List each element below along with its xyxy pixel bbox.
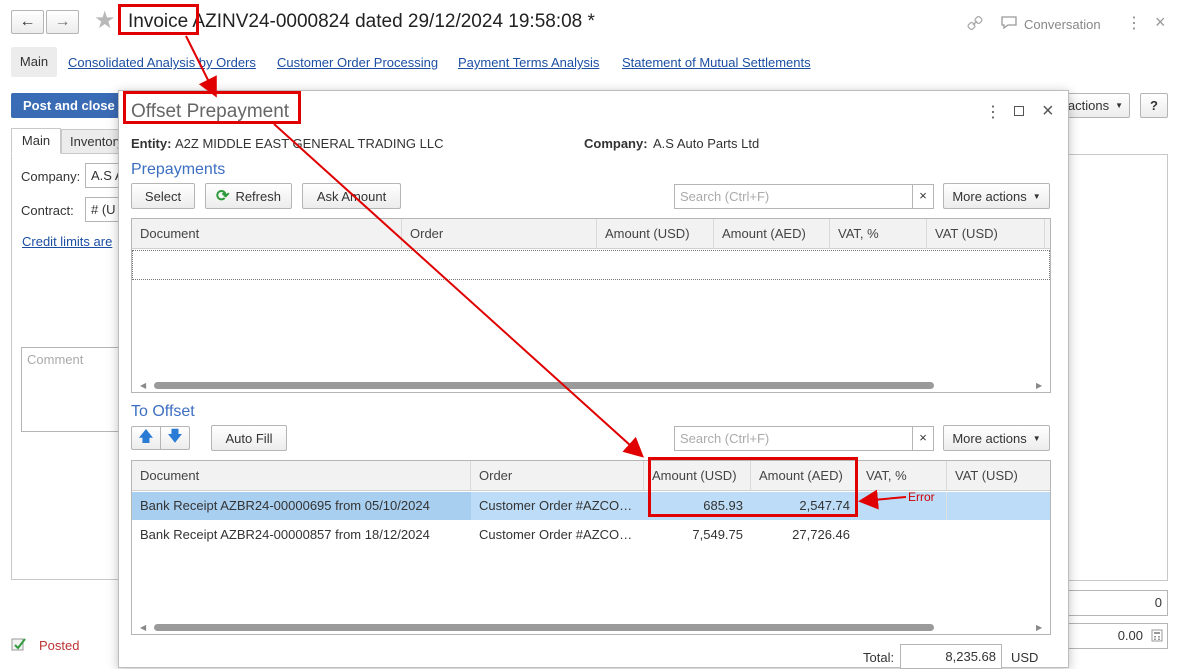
annotation-arrows: [185, 35, 907, 510]
annotation-arrow-dialog-to-amounts: [273, 123, 644, 458]
annotation-arrow-title-to-dialog: [185, 35, 217, 98]
annotation-arrow-error: [858, 489, 907, 510]
annotation-error-label: Error: [908, 490, 935, 504]
